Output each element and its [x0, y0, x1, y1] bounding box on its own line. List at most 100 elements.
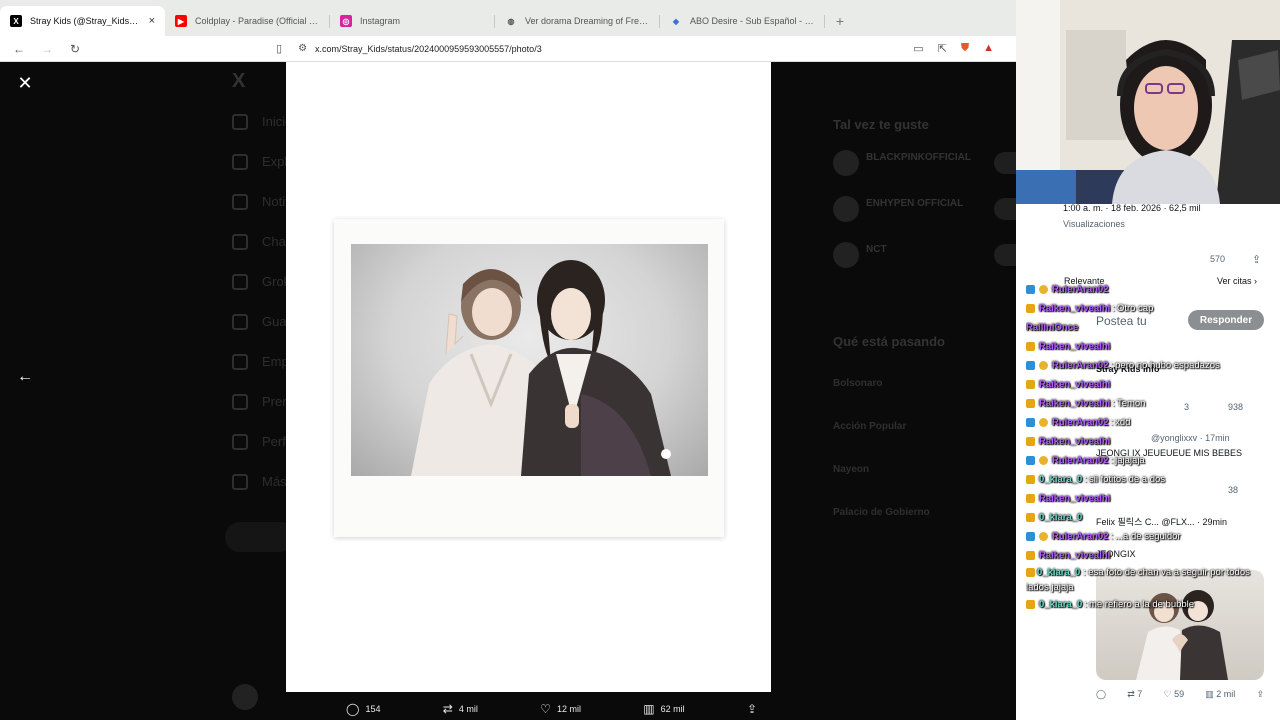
- browser-tab[interactable]: ◍ Ver dorama Dreaming of Freaking Fa: [495, 6, 660, 36]
- reload-icon[interactable]: ↻: [68, 42, 82, 56]
- share-action[interactable]: ⇪: [747, 702, 757, 716]
- nav-icon: [232, 274, 248, 290]
- chat-username[interactable]: RulerAran02: [1052, 280, 1109, 299]
- browser-tab-bar: X Stray Kids (@Stray_Kids) / X × ▶ Coldplay …: [0, 0, 1016, 36]
- chat-badge-icon: [1026, 418, 1035, 427]
- like-count-value: 59: [1174, 689, 1185, 699]
- view-count-value: 2 mil: [1216, 689, 1236, 699]
- reply-icon[interactable]: ◯: [1096, 689, 1106, 700]
- share-icon[interactable]: ⇪: [1256, 689, 1264, 700]
- youtube-icon: ▶: [175, 15, 187, 27]
- share-page-icon[interactable]: ⇱: [938, 42, 947, 55]
- chat-badge-icon: [1026, 513, 1035, 522]
- chat-message: 0_kiara_0 : me refiero a la de bubble: [1026, 595, 1270, 614]
- chat-username[interactable]: RulerAran02: [1052, 356, 1109, 375]
- suggestion-avatar: [833, 196, 859, 222]
- browser-tab[interactable]: ◆ ABO Desire - Sub Español - Serie: [660, 6, 825, 36]
- brave-rewards-icon[interactable]: ▲: [983, 42, 994, 55]
- chat-separator: :: [1110, 360, 1114, 371]
- x-logo-icon: X: [232, 70, 246, 92]
- bookmark-icon[interactable]: ▯: [276, 42, 282, 55]
- account-avatar: [232, 684, 258, 710]
- chat-username[interactable]: Raiken_vivealhi: [1039, 546, 1110, 565]
- chat-badge-icon: [1026, 456, 1035, 465]
- chat-message: Raiken_vivealhi: [1026, 337, 1270, 356]
- tweet-share-icon[interactable]: ⇪: [1252, 253, 1261, 266]
- chat-separator: :: [1110, 531, 1114, 542]
- chat-message: RulerAran02 : xdd: [1026, 413, 1270, 432]
- cast-icon[interactable]: ▭: [913, 42, 923, 55]
- site-info-icon[interactable]: ⚙: [298, 43, 307, 54]
- chat-badge-icon: [1026, 380, 1035, 389]
- chat-username[interactable]: Raiken_vivealhi: [1039, 337, 1110, 356]
- chat-badge-icon: [1039, 418, 1048, 427]
- url-text: x.com/Stray_Kids/status/2024000959593005…: [315, 43, 542, 54]
- nav-icon: [232, 474, 248, 490]
- stream-chat-overlay: RulerAran02 Raiken_vivealhi : Otro cap Ral…: [1026, 280, 1270, 614]
- chat-text: sii fotitos de a dos: [1088, 474, 1166, 485]
- reply-action[interactable]: ◯ 154: [346, 702, 380, 716]
- nav-icon: [232, 114, 248, 130]
- nav-icon: [232, 234, 248, 250]
- chat-badge-icon: [1039, 532, 1048, 541]
- x-icon: X: [10, 15, 22, 27]
- retweet-action[interactable]: ⇄ 4 mil: [443, 702, 478, 716]
- address-bar[interactable]: ▯ ⚙ x.com/Stray_Kids/status/202400095959…: [276, 42, 899, 55]
- like-action[interactable]: ♡ 12 mil: [540, 702, 581, 716]
- browser-tab[interactable]: X Stray Kids (@Stray_Kids) / X ×: [0, 6, 165, 36]
- chat-username[interactable]: Raiken_vivealhi: [1039, 489, 1110, 508]
- polaroid-picture: [351, 244, 708, 476]
- action-count: 4 mil: [458, 704, 478, 714]
- chat-badge-icon: [1039, 361, 1048, 370]
- chat-text: pero no hubo espadazos: [1115, 360, 1220, 371]
- brave-shield-icon[interactable]: ⛊: [961, 42, 969, 55]
- chat-username[interactable]: 0_kiara_0: [1037, 567, 1080, 578]
- chat-badge-icon: [1026, 475, 1035, 484]
- chat-username[interactable]: RulerAran02: [1052, 451, 1109, 470]
- like-count[interactable]: ♡ 59: [1163, 689, 1184, 700]
- chat-separator: :: [1112, 303, 1115, 314]
- chat-message: RulerAran02 : jajajaja: [1026, 451, 1270, 470]
- browser-tab[interactable]: ◎ Instagram: [330, 6, 495, 36]
- chat-username[interactable]: Raiken_vivealhi: [1039, 432, 1110, 451]
- chat-badge-icon: [1026, 304, 1035, 313]
- chat-username[interactable]: 0_kiara_0: [1039, 470, 1082, 489]
- previous-photo-button[interactable]: ←: [14, 366, 36, 388]
- back-icon[interactable]: ←: [12, 42, 26, 56]
- suggestion-avatar: [833, 242, 859, 268]
- action-count: 62 mil: [660, 704, 685, 714]
- chat-username[interactable]: 0_kiara_0: [1039, 508, 1082, 527]
- chat-username[interactable]: Raiken_vivealhi: [1039, 394, 1110, 413]
- retweet-count[interactable]: ⇄ 7: [1127, 689, 1142, 700]
- tab-title: Coldplay - Paradise (Official Video): [195, 16, 320, 26]
- share-icon: ⇪: [746, 702, 757, 716]
- trend-item: Palacio de Gobierno: [833, 507, 930, 518]
- tab-title: ABO Desire - Sub Español - Serie: [690, 16, 815, 26]
- chat-username[interactable]: RulerAran02: [1052, 527, 1109, 546]
- chat-username[interactable]: Raiken_vivealhi: [1039, 299, 1110, 318]
- close-viewer-button[interactable]: ✕: [14, 72, 36, 94]
- forward-icon[interactable]: →: [40, 42, 54, 56]
- views-action[interactable]: ▥ 62 mil: [643, 702, 684, 716]
- chat-message: Raiken_vivealhi : Otro cap: [1026, 299, 1270, 318]
- shield-icon: ◆: [672, 16, 680, 26]
- suggestion-name: ENHYPEN OFFICIAL: [866, 198, 964, 209]
- nav-item: Más: [262, 474, 287, 489]
- nav-icon: [232, 314, 248, 330]
- browser-tab[interactable]: ▶ Coldplay - Paradise (Official Video): [165, 6, 330, 36]
- tab-title: Stray Kids (@Stray_Kids) / X: [30, 16, 141, 26]
- view-count[interactable]: ▥ 2 mil: [1205, 689, 1235, 700]
- chat-badge-icon: [1026, 399, 1035, 408]
- new-tab-button[interactable]: +: [825, 6, 855, 36]
- photo-viewer[interactable]: [286, 62, 771, 692]
- chat-message: Raiken_vivealhi : Temon: [1026, 394, 1270, 413]
- photo-actions-bar: ◯ 154 ⇄ 4 mil ♡ 12 mil ▥ 62 mil ⇪: [286, 698, 771, 720]
- chat-username[interactable]: RulerAran02: [1052, 413, 1109, 432]
- two-people-illustration: [411, 260, 671, 476]
- chat-username[interactable]: Raiken_vivealhi: [1039, 375, 1110, 394]
- trend-item: Bolsonaro: [833, 378, 883, 389]
- chat-username[interactable]: 0_kiara_0: [1039, 595, 1082, 614]
- close-tab-icon[interactable]: ×: [149, 15, 155, 27]
- chat-username[interactable]: RalliniOnce: [1026, 318, 1078, 337]
- chat-text: xdd: [1115, 417, 1131, 428]
